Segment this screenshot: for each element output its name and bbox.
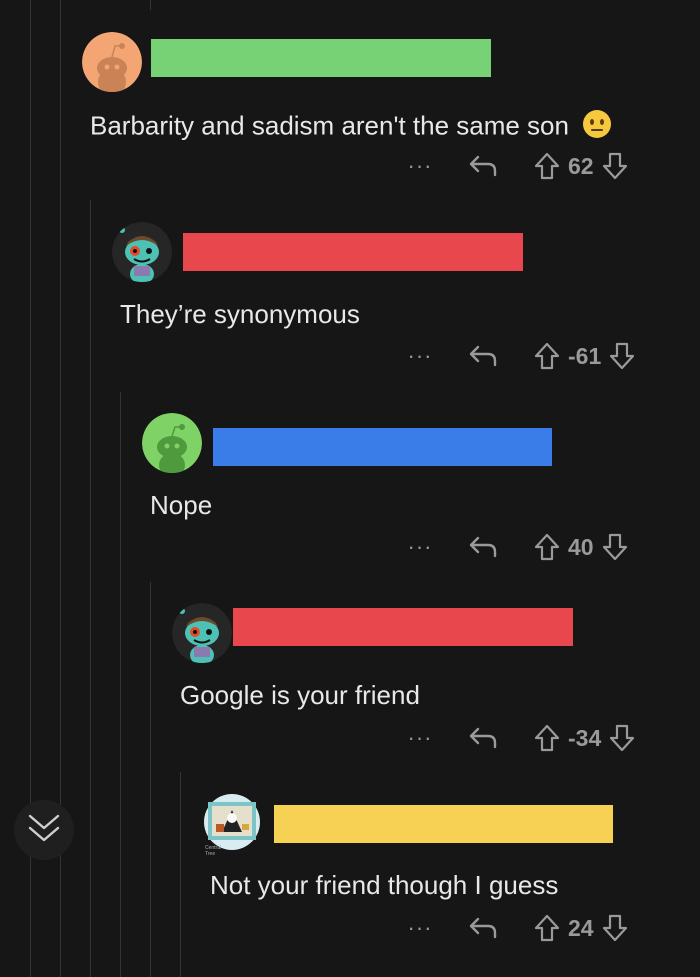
upvote-icon[interactable] — [534, 152, 560, 180]
collapse-thread-button[interactable] — [14, 800, 74, 860]
orange-snoo-avatar[interactable] — [82, 32, 142, 92]
downvote-icon[interactable] — [602, 533, 628, 561]
username-redaction-bar[interactable] — [151, 39, 491, 77]
neutral-face-emoji — [582, 109, 612, 146]
comment-text: Barbarity and sadism aren't the same son — [90, 109, 612, 146]
upvote-icon[interactable] — [534, 914, 560, 942]
comment-actions: ··· 40 — [400, 527, 628, 567]
comment-text: Not your friend though I guess — [210, 870, 559, 900]
thread-line — [90, 200, 91, 977]
thread-line — [120, 392, 121, 977]
downvote-icon[interactable] — [602, 152, 628, 180]
more-options-icon[interactable]: ··· — [400, 917, 440, 939]
more-options-icon[interactable]: ··· — [400, 727, 440, 749]
collapse-chevron-icon — [27, 812, 61, 849]
more-options-icon[interactable]: ··· — [400, 155, 440, 177]
downvote-icon[interactable] — [602, 914, 628, 942]
comment-text: Google is your friend — [180, 680, 420, 710]
comment-text: They’re synonymous — [120, 299, 360, 329]
username-redaction-bar[interactable] — [233, 608, 573, 646]
username-redaction-bar[interactable] — [213, 428, 552, 466]
username-redaction-bar[interactable] — [183, 233, 523, 271]
vote-score: 24 — [568, 914, 594, 941]
thread-line — [150, 0, 151, 10]
comment-actions: ··· -61 — [400, 336, 635, 376]
green-snoo-avatar[interactable] — [142, 413, 202, 473]
reply-icon[interactable] — [468, 343, 498, 369]
avatar-caption: Central Tree — [205, 845, 222, 857]
upvote-icon[interactable] — [534, 342, 560, 370]
reply-icon[interactable] — [468, 153, 498, 179]
thread-line — [150, 582, 151, 977]
username-redaction-bar[interactable] — [274, 805, 613, 843]
downvote-icon[interactable] — [609, 724, 635, 752]
vote-score: 62 — [568, 152, 594, 179]
upvote-icon[interactable] — [534, 724, 560, 752]
upvote-icon[interactable] — [534, 533, 560, 561]
more-options-icon[interactable]: ··· — [400, 536, 440, 558]
zombie-snoo-avatar[interactable] — [112, 222, 172, 282]
reply-icon[interactable] — [468, 915, 498, 941]
zombie-snoo-avatar[interactable] — [172, 603, 232, 663]
comment-actions: ··· 24 — [400, 908, 628, 948]
comment-actions: ··· -34 — [400, 718, 635, 758]
vote-score: -34 — [568, 724, 602, 751]
comment-actions: ··· 62 — [400, 146, 628, 186]
more-options-icon[interactable]: ··· — [400, 345, 440, 367]
reply-icon[interactable] — [468, 534, 498, 560]
vote-score: -61 — [568, 342, 602, 369]
comment-text: Nope — [150, 490, 213, 520]
downvote-icon[interactable] — [609, 342, 635, 370]
vote-score: 40 — [568, 533, 594, 560]
thread-line — [180, 772, 181, 977]
reply-icon[interactable] — [468, 725, 498, 751]
